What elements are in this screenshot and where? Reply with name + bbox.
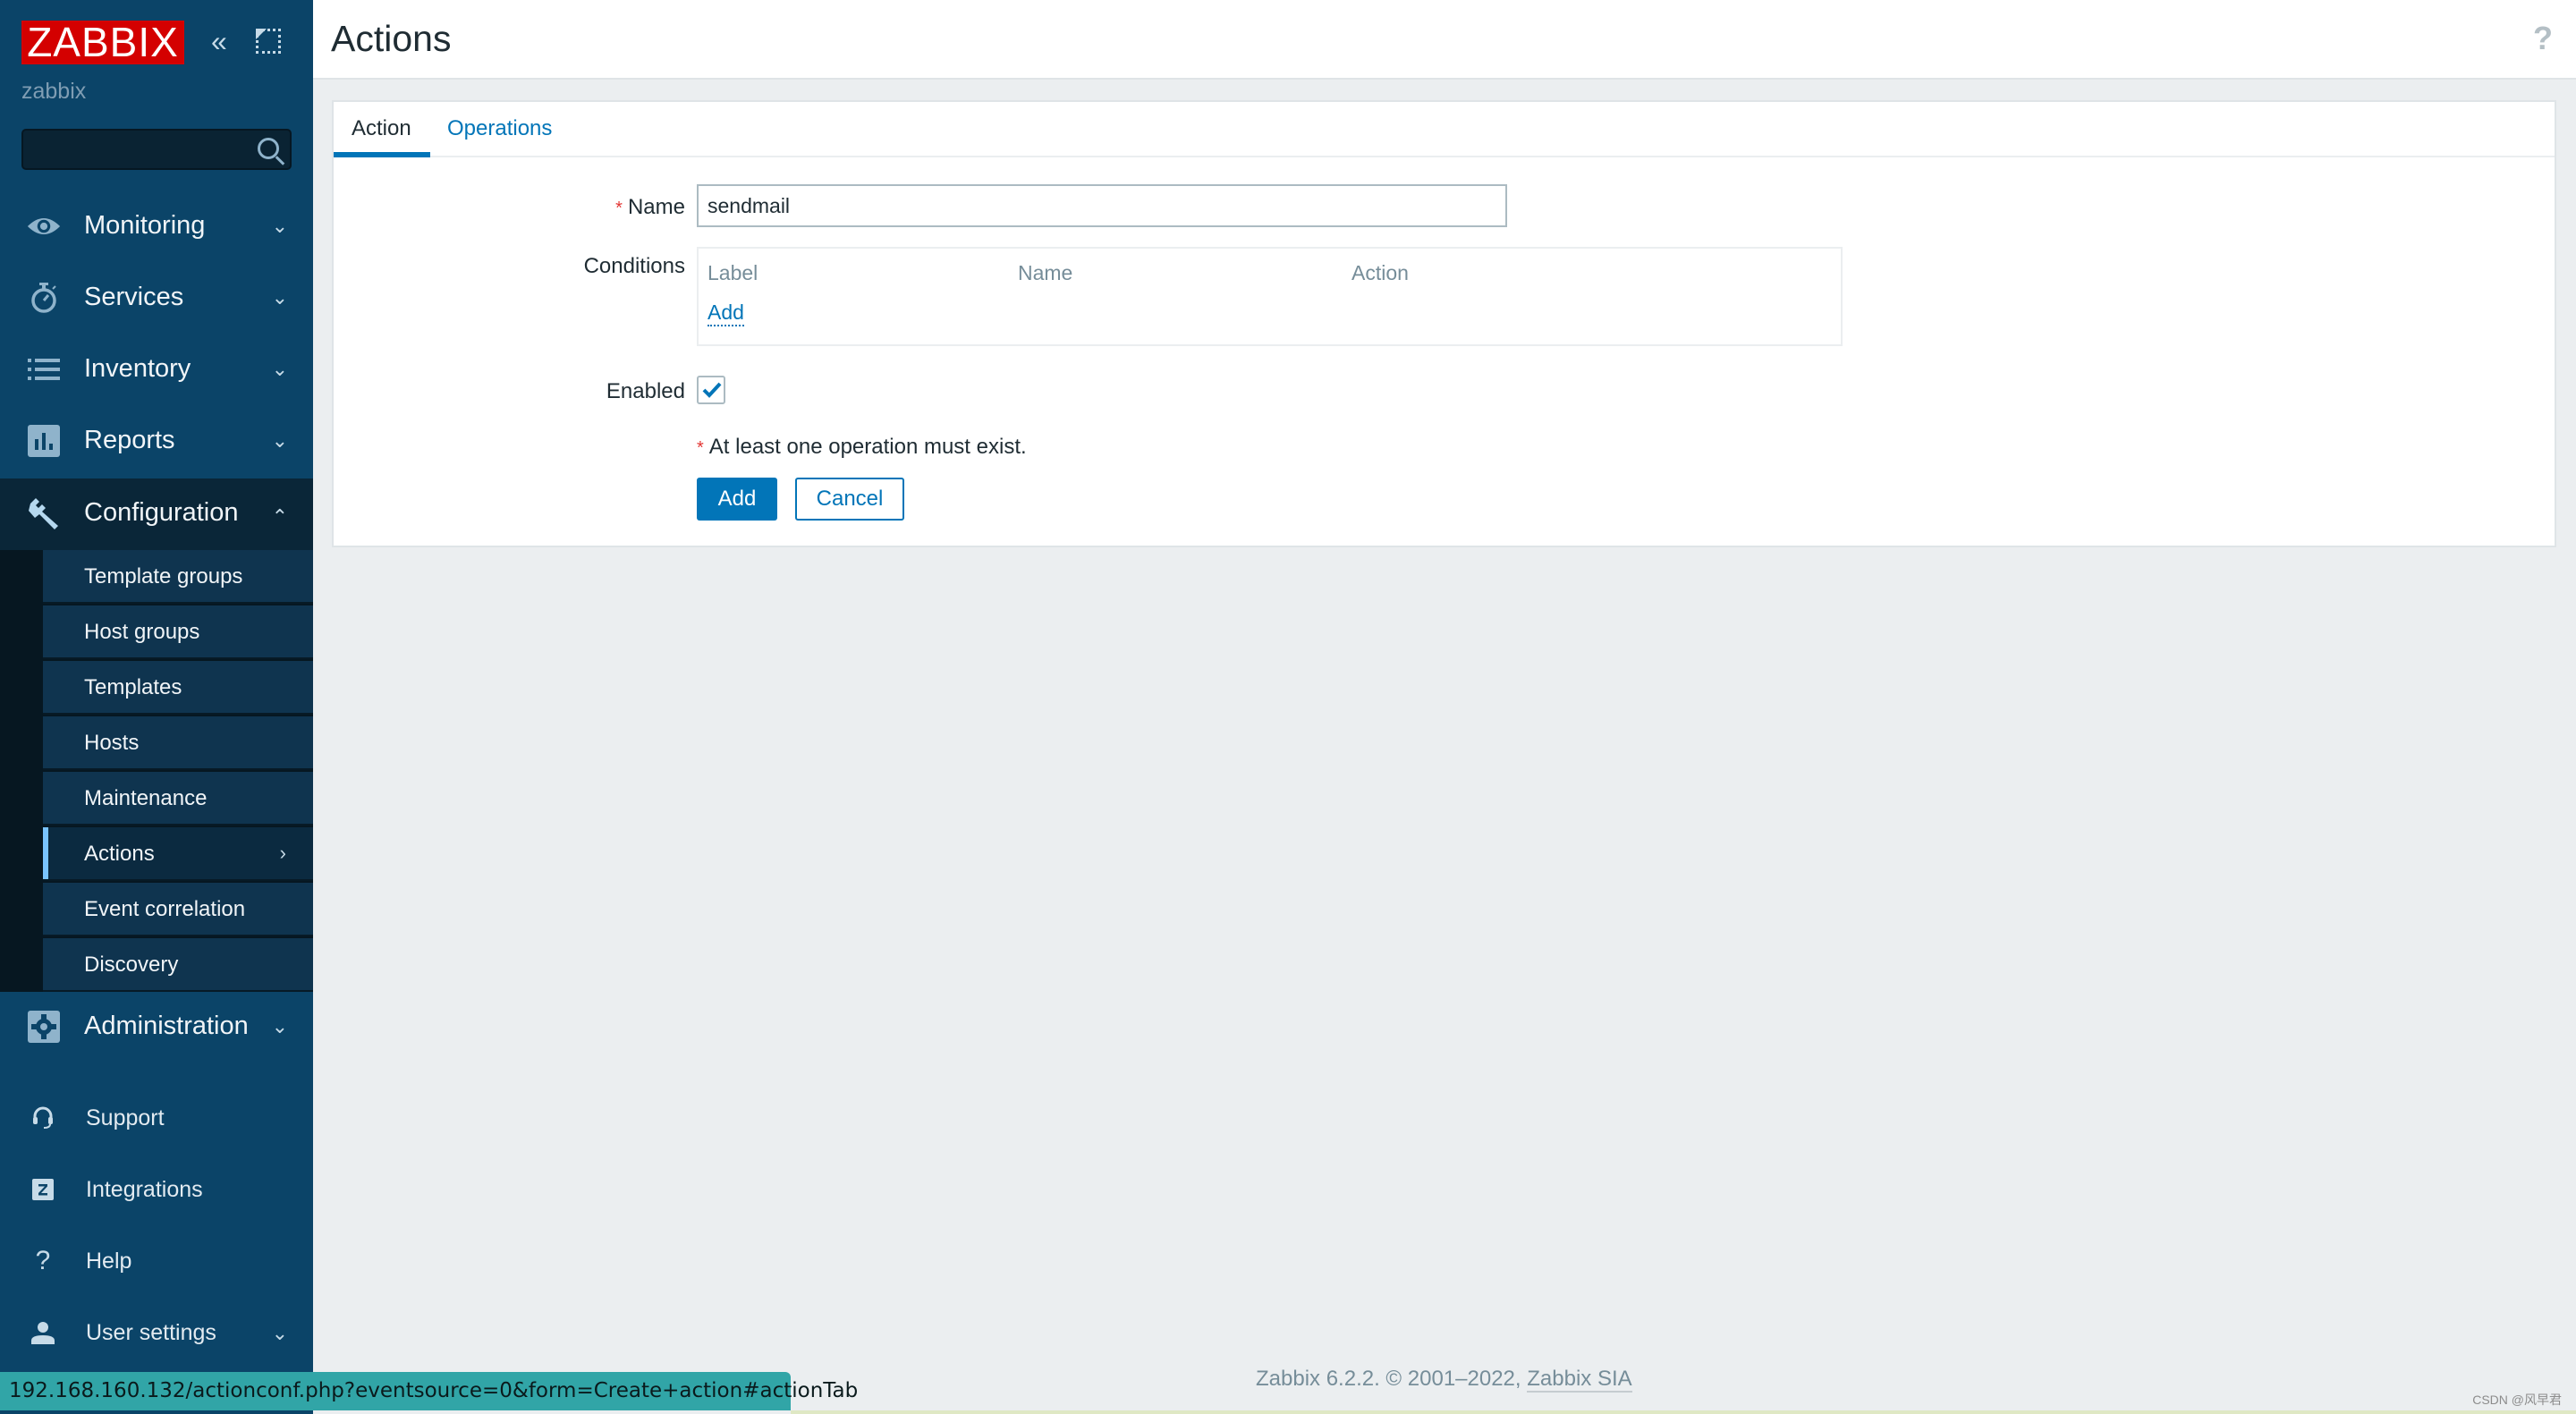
sidebar-item-inventory[interactable]: Inventory ⌄ <box>0 334 313 406</box>
enabled-label: Enabled <box>606 379 685 403</box>
watermark: CSDN @风早君 <box>2472 1393 2562 1407</box>
stopwatch-icon <box>27 281 61 315</box>
search-icon[interactable] <box>258 138 279 159</box>
chevron-down-icon: ⌄ <box>271 286 288 309</box>
page-title: Actions <box>331 18 452 59</box>
server-name: zabbix <box>21 79 87 104</box>
kiosk-mode-icon[interactable] <box>256 29 281 54</box>
add-condition-link[interactable]: Add <box>708 301 744 326</box>
question-icon: ? <box>35 1246 51 1275</box>
sidebar-item-services[interactable]: Services ⌄ <box>0 263 313 334</box>
sidebar-item-monitoring[interactable]: Monitoring ⌄ <box>0 191 313 263</box>
collapse-sidebar-icon[interactable]: « <box>211 25 227 57</box>
gear-icon <box>27 1010 61 1044</box>
tab-operations[interactable]: Operations <box>447 116 552 141</box>
enabled-checkbox[interactable] <box>697 376 725 404</box>
submenu-item-discovery[interactable]: Discovery <box>43 938 313 992</box>
eye-icon <box>27 209 61 243</box>
required-marker: * <box>615 199 623 218</box>
add-button[interactable]: Add <box>697 478 777 521</box>
headset-icon <box>30 1105 55 1130</box>
name-input[interactable] <box>697 184 1507 227</box>
footer: Zabbix 6.2.2. © 2001–2022, Zabbix SIA <box>1256 1367 1632 1393</box>
chevron-down-icon: ⌄ <box>271 215 288 237</box>
sidebar-item-integrations[interactable]: Integrations <box>0 1161 313 1223</box>
name-label: * Name <box>615 195 685 219</box>
sidebar: ZABBIX « zabbix Monitoring ⌄ Services ⌄ … <box>0 0 313 1414</box>
checkmark-icon <box>702 382 722 398</box>
configuration-submenu: Template groups Host groups Templates Ho… <box>0 550 313 992</box>
active-tab-indicator <box>334 152 430 157</box>
wrench-icon <box>27 496 61 530</box>
tab-action[interactable]: Action <box>352 116 411 141</box>
operations-required-note: * At least one operation must exist. <box>697 435 1027 459</box>
chevron-down-icon: ⌄ <box>271 1015 288 1037</box>
conditions-column-action: Action <box>1352 261 1409 284</box>
tab-bar: Action Operations <box>334 102 2555 157</box>
sidebar-item-help[interactable]: ? Help <box>0 1232 313 1295</box>
zabbix-logo[interactable]: ZABBIX <box>21 21 184 64</box>
sidebar-item-administration[interactable]: Administration ⌄ <box>0 992 313 1063</box>
sidebar-item-reports[interactable]: Reports ⌄ <box>0 406 313 478</box>
page-header: Actions ? <box>313 0 2576 80</box>
sidebar-item-configuration[interactable]: Configuration ⌃ <box>0 478 313 550</box>
cancel-button[interactable]: Cancel <box>795 478 904 521</box>
list-icon <box>27 352 61 386</box>
browser-status-url: 192.168.160.132/actionconf.php?eventsour… <box>0 1372 858 1410</box>
chevron-right-icon: › <box>279 842 286 864</box>
zabbix-z-icon <box>30 1177 55 1202</box>
browser-bottom-strip <box>791 1410 2576 1414</box>
submenu-item-template-groups[interactable]: Template groups <box>43 550 313 604</box>
chevron-down-icon: ⌄ <box>271 1322 288 1344</box>
submenu-item-hosts[interactable]: Hosts <box>43 716 313 770</box>
sidebar-item-support[interactable]: Support <box>0 1089 313 1152</box>
sidebar-search-input[interactable] <box>21 129 292 170</box>
conditions-table: Label Name Action Add <box>697 247 1843 346</box>
conditions-column-label: Label <box>708 261 758 284</box>
sidebar-item-user-settings[interactable]: User settings ⌄ <box>0 1304 313 1367</box>
submenu-item-templates[interactable]: Templates <box>43 661 313 715</box>
user-icon <box>30 1320 55 1345</box>
submenu-item-event-correlation[interactable]: Event correlation <box>43 883 313 936</box>
bar-chart-icon <box>27 424 61 458</box>
help-icon[interactable]: ? <box>2533 20 2553 57</box>
conditions-column-name: Name <box>1018 261 1073 284</box>
submenu-item-host-groups[interactable]: Host groups <box>43 605 313 659</box>
chevron-up-icon: ⌃ <box>271 505 288 528</box>
submenu-item-actions[interactable]: Actions › <box>43 827 313 881</box>
zabbix-sia-link[interactable]: Zabbix SIA <box>1527 1367 1632 1393</box>
chevron-down-icon: ⌄ <box>271 358 288 380</box>
action-form-panel: Action Operations *Name Conditions Label… <box>332 100 2556 547</box>
submenu-item-maintenance[interactable]: Maintenance <box>43 772 313 826</box>
conditions-label: Conditions <box>583 254 685 278</box>
chevron-down-icon: ⌄ <box>271 429 288 452</box>
